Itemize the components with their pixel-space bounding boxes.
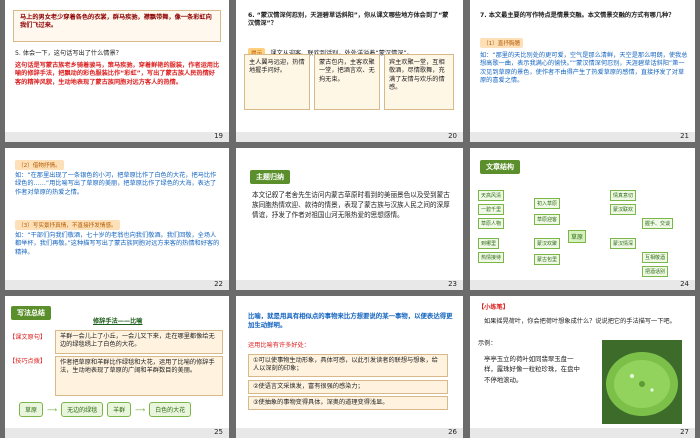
mind-node: 一碧千里 [478,204,505,215]
question: 6. “蒙汉情深何忍别，天涯碧草话斜阳”，你从课文哪些地方体会到了“蒙汉情深”？ [248,12,449,28]
flow-item: 羊群 [107,402,132,417]
point: ①可以使事物生动形象，具体可感，以此引发读者的联想与想象，给人以深刻的印象； [248,354,448,377]
mind-node: 蒙古包里 [534,254,561,265]
mind-node: 初入草原 [534,198,561,209]
flow: 草原 ⟶ 无边的绿毯 羊群 ⟶ 白色的大花 [19,402,192,417]
theme-text: 本文记叙了老舍先生访问内蒙古草原时看到的美丽景色以及受到蒙古族同胞热情欢迎、款待… [252,191,450,220]
page-number: 22 [214,280,223,288]
page-number: 21 [680,132,689,140]
question: 5. 体会一下，这句话写出了什么情景？ [15,50,122,57]
mind-node: 握手、交谈 [642,218,674,229]
mind-node: 情真意切 [610,190,637,201]
page-number: 25 [214,428,223,436]
cell-3: 宾主欢聚一堂，互相敬酒，尽情歌舞，充满了友情与欢乐的情感。 [384,54,454,110]
subhead: 运用比喻有许多好处： [248,342,310,349]
flow-item: 草原 [19,402,44,417]
mind-node: 草原迎客 [534,214,561,225]
mind-node: 天高风清 [478,190,505,201]
slide-24[interactable]: 文章结构 草原 初入草原 草原迎客 蒙汉欢聚 蒙古包里 天高风清 一碧千里 草原… [470,148,695,290]
slide-19[interactable]: 马上的男女老少穿着各色的衣裳，群马疾驰，襟飘带舞，像一条彩虹向我们飞过来。 5.… [5,0,229,142]
answer: 如：“那里的天比别处的更可爱，空气是那么清鲜，天空是那么明朗，使我总想高歌一曲，… [480,52,688,85]
mind-node: 蒙汉情深 [610,238,637,249]
page-number: 20 [448,132,457,140]
label-2: 【技巧点拨】 [9,358,47,365]
page-number: 24 [680,280,689,288]
tag-1: （2）借物抒情。 [15,160,64,170]
prompt: 如果摇晃荷叶，你会把荷叶想象成什么？说说把它的手法描写一下吧。 [484,318,676,325]
mind-node: 蒙汉联欢 [610,204,637,215]
mind-node: 热情接待 [478,252,505,263]
quote-box: 羊群一会儿上了小丘，一会儿又下来，走在哪里都像给无边的绿毯绣上了白色的大花。 [55,330,223,354]
slide-22[interactable]: （2）借物抒情。 如：“在那里出现了一条银色的小河，把草原比作了白色的大花，把马… [5,148,229,290]
tag-2: （3）写实景抒真情，不直接抒发情感。 [15,220,120,230]
lotus-leaf-image [602,340,682,424]
cell-1: 主人翼马远迎，热情地握手问好。 [244,54,310,110]
label-1: 【课文原句】 [9,334,47,341]
point: ②使语言文采焕发，富有很强的感染力； [248,380,448,395]
answer: 这句话是写蒙古族老乡骑着骏马，策马疾驰，穿着鲜艳的服装，作者运用比喻的修辞手法，… [15,62,220,86]
section-header: 写法总结 [11,306,51,320]
section-header: 主题归纳 [250,170,290,184]
tag: 【小练笔】 [478,304,509,311]
tag: （1）直抒胸臆 [480,38,524,48]
tip-box: 作者把草原和羊群比作绿毯和大花，运用了比喻的修辞手法，生动地表现了草原的广阔和羊… [55,356,223,396]
mind-node: 蒙汉欢聚 [534,238,561,249]
question: 7. 本文最主要的写作特点是情景交融。本文情景交融的方式有哪几种？ [480,12,675,19]
text-2: 如：“干部们向我们敬酒，七十岁的老翁也向我们敬酒。我们回敬，全场人都举杯，我们再… [15,232,220,256]
flow-item: 白色的大花 [149,402,192,417]
page-number: 23 [448,280,457,288]
point: ③使抽象的事物变得具体，深奥的道理变得浅显。 [248,396,448,411]
mind-center: 草原 [568,230,587,243]
slide-20[interactable]: 6. “蒙汉情深何忍别，天涯碧草话斜阳”，你从课文哪些地方体会到了“蒙汉情深”？… [236,0,463,142]
example-label: 示例： [478,340,497,347]
definition: 比喻，就是用具有相似点的事物来比方想要说的某一事物，以便表达得更加生动鲜明。 [248,312,453,329]
flow-item: 无边的绿毯 [61,402,104,417]
mind-node: 到哪里 [478,238,500,249]
quote-box: 马上的男女老少穿着各色的衣裳，群马疾驰，襟飘带舞，像一条彩虹向我们飞过来。 [13,10,221,42]
page-number: 26 [448,428,457,436]
slide-23[interactable]: 主题归纳 本文记叙了老舍先生访问内蒙古草原时看到的美丽景色以及受到蒙古族同胞热情… [236,148,463,290]
slide-title: 修辞手法——比喻 [93,318,143,325]
section-header: 文章结构 [480,160,520,174]
quote-text: 马上的男女老少穿着各色的衣裳，群马疾驰，襟飘带舞，像一条彩虹向我们飞过来。 [20,14,212,30]
mind-node: 把酒话别 [642,266,669,277]
mind-node: 草原人物 [478,218,505,229]
page-number: 19 [214,132,223,140]
slide-25[interactable]: 写法总结 修辞手法——比喻 【课文原句】 羊群一会儿上了小丘，一会儿又下来，走在… [5,296,229,438]
slide-27[interactable]: 【小练笔】 如果摇晃荷叶，你会把荷叶想象成什么？说说把它的手法描写一下吧。 示例… [470,296,695,438]
cell-2: 蒙古包内，主客欢聚一堂，把酒言欢、无拘无束。 [314,54,380,110]
page-number: 27 [680,428,689,436]
example-text: 亭亭玉立的荷叶如同翡翠玉盘一样，露珠好像一粒粒珍珠，在盘中不停地滚动。 [484,355,580,384]
slide-26[interactable]: 比喻，就是用具有相似点的事物来比方想要说的某一事物，以便表达得更加生动鲜明。 运… [236,296,463,438]
text-1: 如：“在那里出现了一条银色的小河，把草原比作了白色的大花，把马比作绿色的……”用… [15,172,217,196]
slide-21[interactable]: 7. 本文最主要的写作特点是情景交融。本文情景交融的方式有哪几种？ （1）直抒胸… [470,0,695,142]
mind-node: 互相敬酒 [642,252,669,263]
